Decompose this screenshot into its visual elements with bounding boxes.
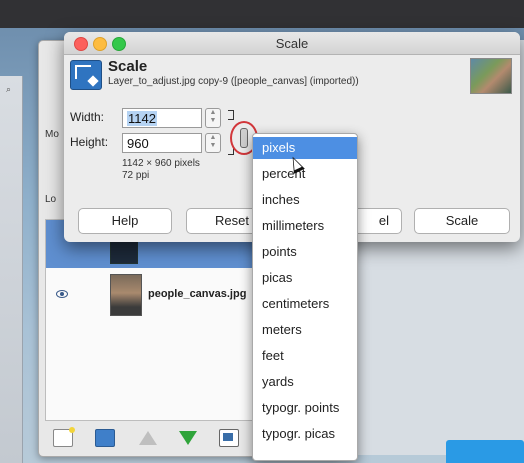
blue-folder-tab[interactable] (446, 440, 524, 463)
height-input[interactable]: 960 (122, 133, 202, 153)
scale-button[interactable]: Scale (414, 208, 510, 234)
left-toolbox: ⌕ (0, 76, 23, 463)
menu-item-inches[interactable]: inches (253, 189, 357, 211)
menu-item-feet[interactable]: feet (253, 345, 357, 367)
menu-item-meters[interactable]: meters (253, 319, 357, 341)
search-icon[interactable]: ⌕ (6, 84, 11, 95)
layer-name: people_canvas.jpg (148, 288, 247, 300)
menu-item-pixels[interactable]: pixels (253, 137, 357, 159)
layer-thumbnail (110, 274, 142, 316)
menu-item-centimeters[interactable]: centimeters (253, 293, 357, 315)
window-title: Scale (275, 36, 309, 51)
titlebar: Scale (64, 32, 520, 55)
menu-item-percent[interactable]: percent (253, 163, 357, 185)
resolution-info: 72 ppi (122, 170, 150, 181)
folder-icon[interactable] (95, 429, 115, 447)
lock-label: Lo (45, 194, 57, 205)
image-preview-thumbnail (470, 58, 512, 94)
duplicate-layer-icon[interactable] (219, 429, 239, 447)
height-label: Height: (70, 135, 109, 149)
chain-bracket-top (228, 110, 234, 120)
menu-item-typogr-picas[interactable]: typogr. picas (253, 423, 357, 445)
menu-item-points[interactable]: points (253, 241, 357, 263)
lower-layer-icon[interactable] (179, 431, 197, 445)
new-layer-icon[interactable] (53, 427, 75, 447)
image-size-info: 1142 × 960 pixels (122, 158, 200, 169)
width-input[interactable]: 1142 (122, 108, 202, 128)
units-dropdown-menu: pixels percent inches millimeters points… (252, 133, 358, 461)
menu-item-picas[interactable]: picas (253, 267, 357, 289)
dialog-subtitle: Layer_to_adjust.jpg copy-9 ([people_canv… (108, 76, 359, 87)
menu-item-typogr-points[interactable]: typogr. points (253, 397, 357, 419)
desktop-menubar (0, 0, 524, 28)
raise-layer-icon[interactable] (139, 431, 157, 445)
width-label: Width: (70, 110, 105, 124)
mode-label: Mo (45, 129, 59, 140)
menu-item-yards[interactable]: yards (253, 371, 357, 393)
help-button[interactable]: Help (78, 208, 172, 234)
dialog-heading: Scale (108, 58, 148, 75)
scale-icon (70, 60, 102, 90)
width-spinner[interactable]: ▲ ▼ (205, 108, 221, 128)
menu-item-millimeters[interactable]: millimeters (253, 215, 357, 237)
height-spinner[interactable]: ▲ ▼ (205, 133, 221, 153)
eye-icon[interactable] (56, 290, 68, 298)
